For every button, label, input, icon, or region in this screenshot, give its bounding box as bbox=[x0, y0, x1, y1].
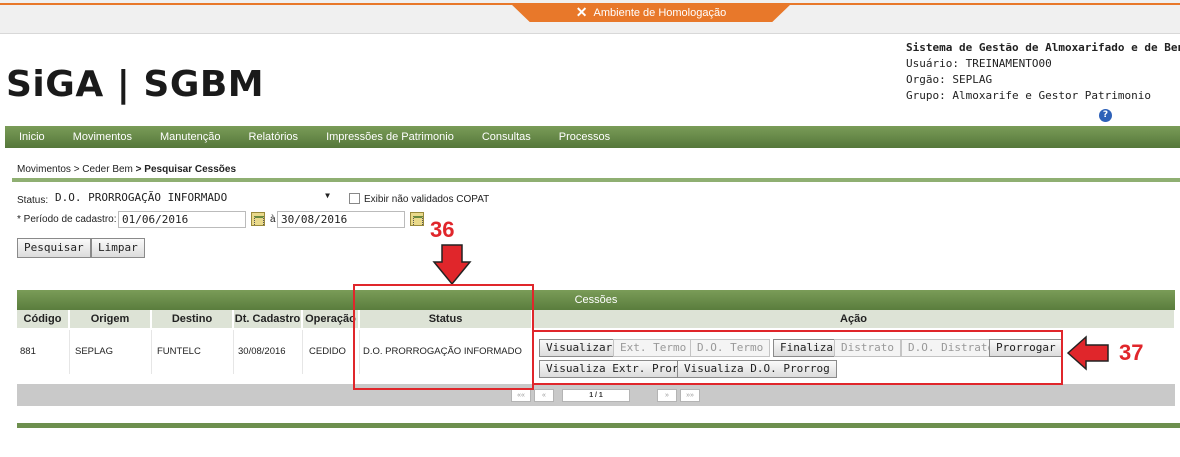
pager-prev[interactable]: « bbox=[534, 389, 554, 402]
pager: «« « 1 / 1 » »» bbox=[17, 384, 1175, 406]
copat-checkbox-label: Exibir não validados COPAT bbox=[364, 194, 490, 205]
date-from-input[interactable]: 01/06/2016 bbox=[118, 211, 246, 228]
col-destino: Destino bbox=[152, 310, 233, 328]
breadcrumb-movimentos[interactable]: Movimentos bbox=[17, 164, 71, 175]
down-arrow-icon bbox=[432, 244, 472, 286]
annotation-37-label: 37 bbox=[1119, 340, 1144, 365]
col-operacao: Operação bbox=[303, 310, 359, 328]
cell-destino: FUNTELC bbox=[152, 330, 234, 374]
user-info: Usuário: TREINAMENTO00 bbox=[906, 57, 1052, 70]
environment-label: Ambiente de Homologação bbox=[593, 6, 727, 19]
search-button[interactable]: Pesquisar bbox=[17, 238, 91, 258]
annotation-36-label: 36 bbox=[430, 217, 455, 242]
divider bbox=[12, 178, 1180, 182]
date-separator: à bbox=[270, 214, 276, 225]
menu-processos[interactable]: Processos bbox=[545, 131, 624, 143]
environment-tab: ✕ Ambiente de Homologação bbox=[510, 3, 792, 22]
menu-impressoes[interactable]: Impressões de Patrimonio bbox=[312, 131, 468, 143]
status-label: Status: bbox=[17, 195, 49, 206]
menu-relatorios[interactable]: Relatórios bbox=[235, 131, 313, 143]
menu-movimentos[interactable]: Movimentos bbox=[59, 131, 146, 143]
org-info: Orgão: SEPLAG bbox=[906, 73, 993, 86]
breadcrumb-current: > Pesquisar Cessões bbox=[135, 164, 237, 175]
menu-consultas[interactable]: Consultas bbox=[468, 131, 545, 143]
menu-manutencao[interactable]: Manutenção bbox=[146, 131, 235, 143]
annotation-36-box bbox=[353, 284, 534, 390]
table-title: Cessões bbox=[17, 290, 1175, 310]
period-label: * Período de cadastro: bbox=[17, 214, 117, 225]
system-info: Sistema de Gestão de Almoxarifado e de B… bbox=[906, 40, 1180, 104]
cessoes-table: Cessões Código Origem Destino Dt. Cadast… bbox=[17, 290, 1175, 406]
pager-next[interactable]: » bbox=[657, 389, 677, 402]
clear-button[interactable]: Limpar bbox=[91, 238, 145, 258]
cell-origem: SEPLAG bbox=[70, 330, 152, 374]
tools-icon: ✕ bbox=[575, 4, 588, 20]
system-title: Sistema de Gestão de Almoxarifado e de B… bbox=[906, 41, 1180, 54]
breadcrumb-ceder-bem[interactable]: > Ceder Bem bbox=[74, 164, 133, 175]
environment-bar: ✕ Ambiente de Homologação bbox=[0, 0, 1180, 34]
date-to-input[interactable]: 30/08/2016 bbox=[277, 211, 405, 228]
col-origem: Origem bbox=[70, 310, 151, 328]
pager-last[interactable]: »» bbox=[680, 389, 700, 402]
cell-codigo: 881 bbox=[17, 330, 70, 374]
pager-first[interactable]: «« bbox=[511, 389, 531, 402]
breadcrumb: Movimentos > Ceder Bem > Pesquisar Cessõ… bbox=[17, 164, 236, 175]
app-logo: SiGA | SGBM bbox=[6, 64, 265, 105]
cell-dt-cadastro: 30/08/2016 bbox=[234, 330, 303, 374]
calendar-icon[interactable] bbox=[251, 212, 265, 226]
left-arrow-icon bbox=[1066, 335, 1109, 371]
col-codigo: Código bbox=[17, 310, 69, 328]
footer-bar bbox=[17, 423, 1180, 428]
chevron-down-icon: ▼ bbox=[325, 191, 330, 200]
calendar-icon[interactable] bbox=[410, 212, 424, 226]
col-dt-cadastro: Dt. Cadastro bbox=[234, 310, 302, 328]
copat-checkbox[interactable] bbox=[349, 193, 360, 204]
menu-inicio[interactable]: Inicio bbox=[5, 131, 59, 143]
status-select[interactable]: D.O. PRORROGAÇÃO INFORMADO ▼ bbox=[52, 190, 344, 207]
main-menu: Inicio Movimentos Manutenção Relatórios … bbox=[5, 126, 1180, 148]
status-select-value: D.O. PRORROGAÇÃO INFORMADO bbox=[55, 191, 228, 204]
annotation-37-box bbox=[532, 330, 1063, 385]
pager-page: 1 / 1 bbox=[562, 389, 630, 402]
help-icon[interactable]: ? bbox=[1099, 109, 1112, 122]
group-info: Grupo: Almoxarife e Gestor Patrimonio bbox=[906, 89, 1152, 102]
cell-operacao: CEDIDO bbox=[303, 330, 360, 374]
col-acao: Ação bbox=[533, 310, 1175, 328]
